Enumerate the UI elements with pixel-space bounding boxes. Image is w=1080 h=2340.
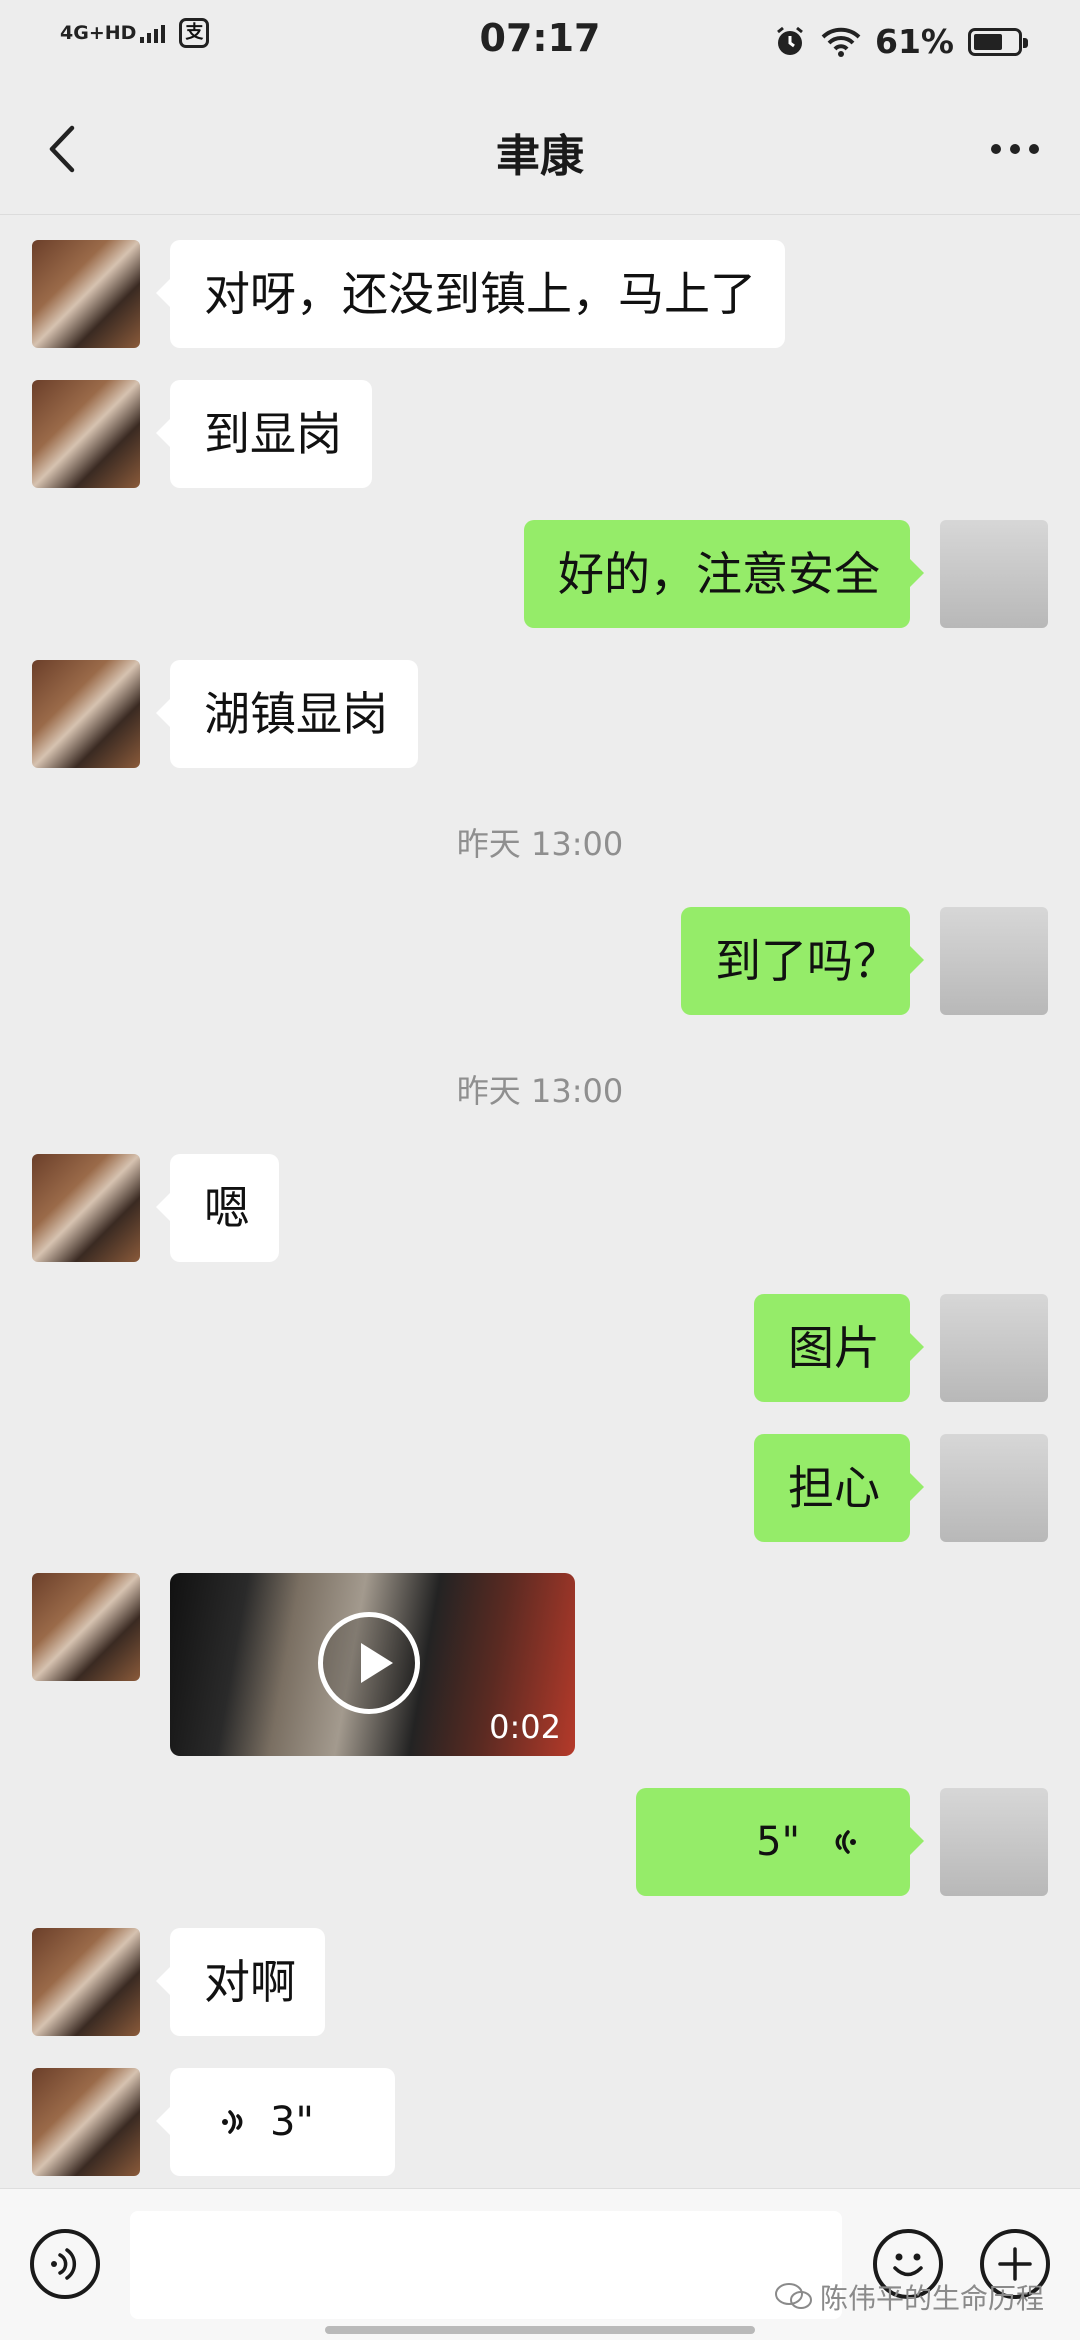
voice-duration: 3" (270, 2099, 314, 2145)
contact-avatar[interactable] (32, 1154, 140, 1262)
message-timestamp: 昨天 13:00 (456, 825, 624, 863)
status-bar: 4G+HD 支 07:17 61% (0, 0, 1080, 84)
alarm-icon (777, 26, 803, 55)
incoming-message[interactable]: 嗯 (156, 1154, 279, 1262)
incoming-message[interactable]: 到显岗 (156, 380, 372, 488)
contact-name: 聿康 (496, 131, 584, 182)
dot-icon (1010, 144, 1020, 154)
message-text: 嗯 (204, 1181, 250, 1235)
my-avatar[interactable] (940, 1294, 1048, 1402)
dot-icon (1029, 144, 1039, 154)
message-text: 担心 (788, 1461, 880, 1515)
voice-duration: 5" (756, 1819, 800, 1865)
outgoing-message[interactable]: 好的，注意安全 (524, 520, 924, 628)
my-avatar[interactable] (940, 907, 1048, 1015)
voice-input-button[interactable] (30, 2229, 100, 2299)
video-message[interactable]: 0:02 (170, 1573, 575, 1756)
video-duration: 0:02 (489, 1708, 561, 1746)
chat-header: 聿康 (0, 84, 1080, 215)
incoming-message[interactable]: 湖镇显岗 (156, 660, 418, 768)
message-text: 对呀，还没到镇上，马上了 (204, 267, 756, 321)
home-indicator[interactable] (325, 2326, 755, 2334)
input-bar (0, 2188, 1080, 2340)
play-icon[interactable] (318, 1612, 420, 1714)
outgoing-message[interactable]: 到了吗？ (681, 907, 924, 1015)
outgoing-message[interactable]: 图片 (754, 1294, 924, 1402)
message-text: 好的，注意安全 (558, 547, 880, 601)
voice-wave-icon (222, 2110, 243, 2134)
contact-avatar[interactable] (32, 1573, 140, 1681)
message-text: 到显岗 (204, 407, 342, 461)
watermark-text: 陈伟平的生命历程 (819, 2282, 1044, 2315)
outgoing-voice-message[interactable]: 5" (636, 1788, 924, 1896)
contact-avatar[interactable] (32, 1928, 140, 2036)
outgoing-message[interactable]: 担心 (754, 1434, 924, 1542)
incoming-message[interactable]: 对啊 (156, 1928, 325, 2036)
contact-avatar[interactable] (32, 240, 140, 348)
incoming-voice-message[interactable]: 3" (156, 2068, 395, 2176)
my-avatar[interactable] (940, 1434, 1048, 1542)
more-options-button[interactable] (980, 124, 1050, 174)
wifi-icon (821, 27, 861, 57)
contact-avatar[interactable] (32, 380, 140, 488)
message-text: 对啊 (204, 1955, 296, 2009)
message-timestamp: 昨天 13:00 (456, 1072, 624, 1110)
contact-avatar[interactable] (32, 660, 140, 768)
incoming-message[interactable]: 对呀，还没到镇上，马上了 (156, 240, 785, 348)
my-avatar[interactable] (940, 1788, 1048, 1896)
message-text: 图片 (788, 1321, 880, 1375)
wechat-logo-icon (774, 2283, 812, 2309)
dot-icon (991, 144, 1001, 154)
battery-icon (968, 27, 1028, 56)
chat-screen: 4G+HD 支 07:17 61% 聿康 对呀，还没到镇上，马上了 到显岗 好的… (0, 0, 1080, 2340)
battery-percentage: 61% (875, 22, 954, 61)
message-text: 湖镇显岗 (204, 687, 388, 741)
voice-icon (51, 2248, 77, 2280)
status-right: 61% (773, 22, 1028, 61)
my-avatar[interactable] (940, 520, 1048, 628)
message-text: 到了吗？ (715, 934, 899, 988)
voice-wave-icon (835, 1830, 856, 1854)
watermark: 陈伟平的生命历程 (774, 2277, 1044, 2317)
message-input[interactable] (130, 2211, 842, 2319)
battery-fill (974, 33, 1002, 50)
contact-avatar[interactable] (32, 2068, 140, 2176)
